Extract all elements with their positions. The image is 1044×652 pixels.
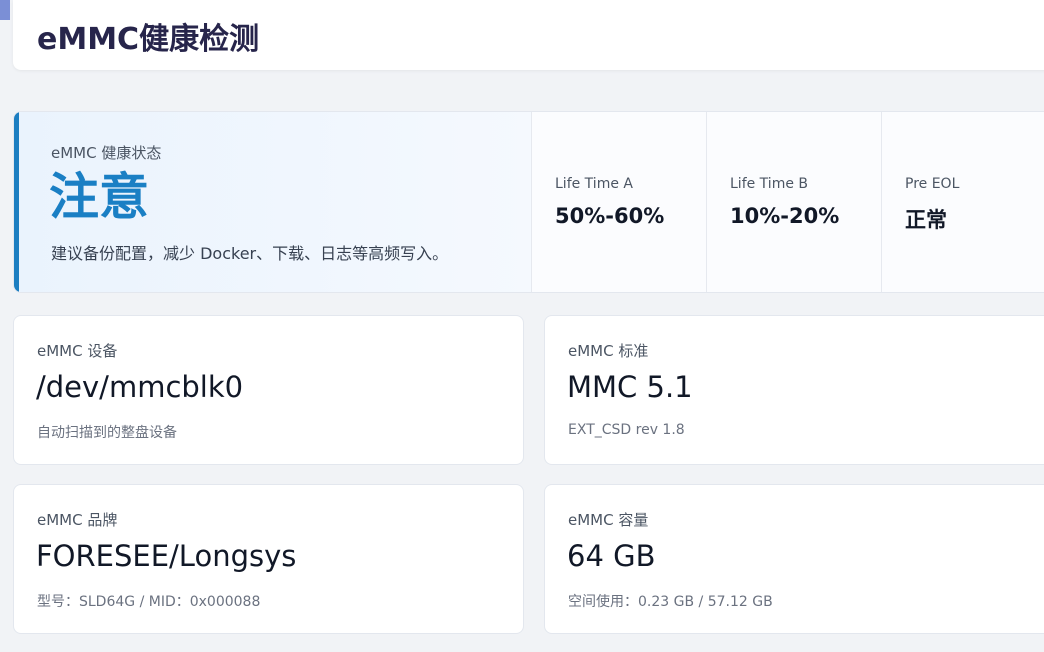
card-value: 64 GB bbox=[567, 539, 656, 573]
health-status-label: eMMC 健康状态 bbox=[51, 144, 162, 162]
metric-label: Life Time B bbox=[730, 176, 808, 192]
metric-pre-eol: Pre EOL 正常 bbox=[882, 112, 1044, 292]
metric-value: 50%-60% bbox=[555, 204, 665, 228]
metric-life-time-b: Life Time B 10%-20% bbox=[707, 112, 882, 292]
card-subtext: 自动扫描到的整盘设备 bbox=[37, 425, 177, 441]
emmc-brand-card: eMMC 品牌 FORESEE/Longsys 型号：SLD64G / MID：… bbox=[13, 484, 524, 634]
metric-label: Life Time A bbox=[555, 176, 633, 192]
emmc-device-card: eMMC 设备 /dev/mmcblk0 自动扫描到的整盘设备 bbox=[13, 315, 524, 465]
metric-value: 正常 bbox=[905, 208, 947, 232]
card-subtext: 型号：SLD64G / MID：0x000088 bbox=[37, 594, 261, 610]
card-label: eMMC 容量 bbox=[568, 511, 649, 529]
corner-accent bbox=[0, 0, 10, 20]
metric-value: 10%-20% bbox=[730, 204, 840, 228]
metric-label: Pre EOL bbox=[905, 176, 960, 192]
card-value: FORESEE/Longsys bbox=[36, 539, 297, 573]
card-value: /dev/mmcblk0 bbox=[36, 370, 244, 404]
card-label: eMMC 品牌 bbox=[37, 511, 118, 529]
emmc-capacity-card: eMMC 容量 64 GB 空间使用：0.23 GB / 57.12 GB bbox=[544, 484, 1044, 634]
card-subtext: 空间使用：0.23 GB / 57.12 GB bbox=[568, 594, 773, 610]
health-status-card: eMMC 健康状态 注意 建议备份配置，减少 Docker、下载、日志等高频写入… bbox=[13, 111, 1044, 293]
card-label: eMMC 设备 bbox=[37, 342, 118, 360]
page-title: eMMC健康检测 bbox=[37, 22, 260, 57]
page-header: eMMC健康检测 bbox=[13, 0, 1044, 70]
health-status-main: eMMC 健康状态 注意 建议备份配置，减少 Docker、下载、日志等高频写入… bbox=[14, 112, 532, 292]
card-label: eMMC 标准 bbox=[568, 342, 649, 360]
health-status-description: 建议备份配置，减少 Docker、下载、日志等高频写入。 bbox=[51, 244, 449, 263]
metric-life-time-a: Life Time A 50%-60% bbox=[532, 112, 707, 292]
health-status-value: 注意 bbox=[49, 168, 149, 226]
card-subtext: EXT_CSD rev 1.8 bbox=[568, 422, 685, 438]
emmc-standard-card: eMMC 标准 MMC 5.1 EXT_CSD rev 1.8 bbox=[544, 315, 1044, 465]
card-value: MMC 5.1 bbox=[567, 370, 693, 404]
